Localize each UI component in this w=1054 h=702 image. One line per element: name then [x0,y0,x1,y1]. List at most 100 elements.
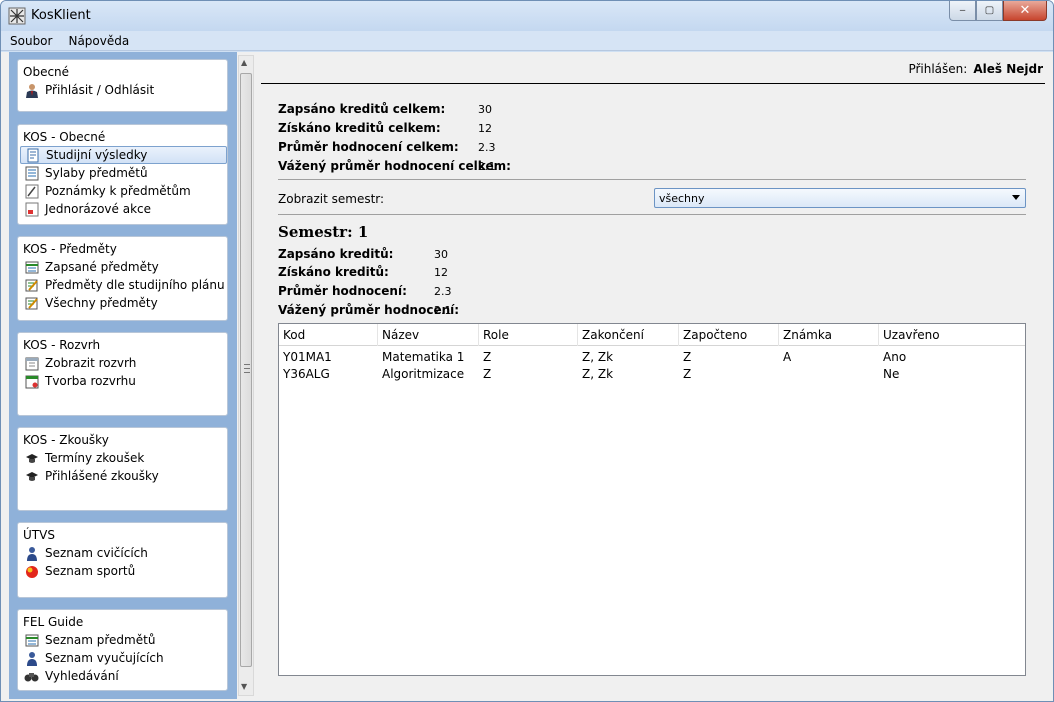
table-icon [24,260,39,275]
column-header-znamka[interactable]: Známka [779,324,879,346]
sidebar-item-vyhledavani[interactable]: Vyhledávání [20,667,227,685]
graduation-cap-icon [24,469,39,484]
minimize-icon: ‒ [959,5,966,16]
summary-row: Zapsáno kreditů celkem: 30 [278,100,492,118]
group-kos-obecne: KOS - Obecné Studijní výsledky Sylaby př… [17,124,228,225]
title-bar[interactable]: KosKlient ‒ ▢ ✕ [1,1,1053,31]
sidebar-item-zapsane-predmety[interactable]: Zapsané předměty [20,258,227,276]
column-header-nazev[interactable]: Název [378,324,479,346]
sidebar-item-jednorazove-akce[interactable]: Jednorázové akce [20,200,227,218]
table-icon [24,633,39,648]
cell-zakonceni: Z, Zk [582,349,614,364]
event-icon [24,202,39,217]
summary-label: Získáno kreditů celkem: [278,121,441,135]
column-header-uzavreno[interactable]: Uzavřeno [879,324,1025,346]
sidebar-item-tvorba-rozvrhu[interactable]: Tvorba rozvrhu [20,372,227,390]
note-icon [24,184,39,199]
sidebar-item-seznam-vyucujicich[interactable]: Seznam vyučujících [20,649,227,667]
window-title: KosKlient [31,8,91,23]
cell-nazev: Algoritmizace [382,366,465,381]
scroll-thumb[interactable] [240,73,252,667]
sidebar-item-label: Studijní výsledky [46,148,148,162]
sidebar-item-label: Vyhledávání [45,669,119,683]
sidebar-item-terminy-zkousek[interactable]: Termíny zkoušek [20,449,227,467]
column-header-zapocteno[interactable]: Započteno [679,324,779,346]
group-kos-zkousky: KOS - Zkoušky Termíny zkoušek Přihlášené… [17,427,228,511]
group-title: FEL Guide [23,615,84,629]
window-controls: ‒ ▢ ✕ [949,1,1047,21]
menu-bar: Soubor Nápověda [1,31,1053,51]
group-title: KOS - Zkoušky [23,433,109,447]
client-area: Obecné Přihlásit / Odhlásit KOS - Obecné… [1,52,1053,701]
cell-uzavreno: Ne [883,366,900,381]
group-title: ÚTVS [23,528,55,542]
cell-kod: Y01MA1 [283,349,332,364]
column-header-kod[interactable]: Kod [279,324,378,346]
minimize-button[interactable]: ‒ [949,1,976,21]
maximize-button[interactable]: ▢ [976,1,1003,21]
summary-label: Vážený průměr hodnocení celkem: [278,159,511,173]
edit-icon [24,296,39,311]
group-title: KOS - Obecné [23,130,106,144]
person-icon [24,651,39,666]
sidebar-item-seznam-predmetu[interactable]: Seznam předmětů [20,631,227,649]
close-button[interactable]: ✕ [1003,1,1047,21]
graduation-cap-icon [24,451,39,466]
sidebar-item-sylaby[interactable]: Sylaby předmětů [20,164,227,182]
cell-znamka [779,365,783,382]
cell-kod: Y36ALG [283,366,330,381]
column-header-role[interactable]: Role [479,324,578,346]
sidebar-item-prihlasit[interactable]: Přihlásit / Odhlásit [20,81,227,99]
table-row[interactable]: Y01MA1 Matematika 1 Z Z, Zk Z A Ano [279,348,1025,365]
group-title: KOS - Předměty [23,242,117,256]
sidebar-item-label: Jednorázové akce [45,202,151,216]
cell-nazev: Matematika 1 [382,349,465,364]
summary-value: 2.1 [478,159,496,173]
table-header: Kod Název Role Zakončení Započteno Známk… [279,324,1025,346]
sidebar-item-zobrazit-rozvrh[interactable]: Zobrazit rozvrh [20,354,227,372]
summary-value: 12 [434,265,448,279]
sidebar-item-prihlasene-zkousky[interactable]: Přihlášené zkoušky [20,467,227,485]
semester-select-value: všechny [659,191,705,205]
sidebar-item-studijni-vysledky[interactable]: Studijní výsledky [20,146,227,164]
divider [278,214,1026,215]
sidebar-item-label: Tvorba rozvrhu [45,374,136,388]
group-title: Obecné [23,65,70,79]
sidebar-scrollbar[interactable]: ▲ ▼ [238,55,254,696]
login-label: Přihlášen: [908,62,968,76]
semester-summary-row: Získáno kreditů: 12 [278,263,448,281]
sidebar-item-label: Seznam cvičících [45,546,148,560]
menu-napoveda[interactable]: Nápověda [68,34,129,48]
grip-icon [244,364,250,373]
sidebar-item-poznamky[interactable]: Poznámky k předmětům [20,182,227,200]
list-icon [24,166,39,181]
sidebar-item-label: Seznam vyučujících [45,651,164,665]
edit-icon [24,278,39,293]
sidebar-item-vsechny-predmety[interactable]: Všechny předměty [20,294,227,312]
login-info: Přihlášen: Aleš Nejdr [908,62,1043,76]
menu-soubor[interactable]: Soubor [10,34,52,48]
binoculars-icon [24,669,39,684]
semester-select[interactable]: všechny [654,188,1026,208]
column-header-zakonceni[interactable]: Zakončení [578,324,679,346]
sidebar-item-label: Všechny předměty [45,296,158,310]
calendar-edit-icon [24,374,39,389]
results-icon [25,148,40,163]
sidebar-item-label: Předměty dle studijního plánu [45,278,225,292]
summary-row: Získáno kreditů celkem: 12 [278,119,492,137]
scroll-up-icon[interactable]: ▲ [241,58,247,67]
login-user: Aleš Nejdr [973,62,1043,76]
person-icon [24,546,39,561]
sidebar-item-label: Zapsané předměty [45,260,159,274]
table-row[interactable]: Y36ALG Algoritmizace Z Z, Zk Z Ne [279,365,1025,382]
sidebar-item-label: Přihlásit / Odhlásit [45,83,155,97]
sidebar-item-seznam-sportu[interactable]: Seznam sportů [20,562,227,580]
sidebar-item-seznam-cvicicich[interactable]: Seznam cvičících [20,544,227,562]
cell-role: Z [483,366,492,381]
sidebar-item-label: Termíny zkoušek [45,451,145,465]
close-icon: ✕ [1019,3,1031,18]
sidebar-item-predmety-dle-planu[interactable]: Předměty dle studijního plánu [20,276,227,294]
scroll-down-icon[interactable]: ▼ [241,682,247,691]
summary-label: Průměr hodnocení celkem: [278,140,459,154]
group-obecne: Obecné Přihlásit / Odhlásit [17,59,228,112]
